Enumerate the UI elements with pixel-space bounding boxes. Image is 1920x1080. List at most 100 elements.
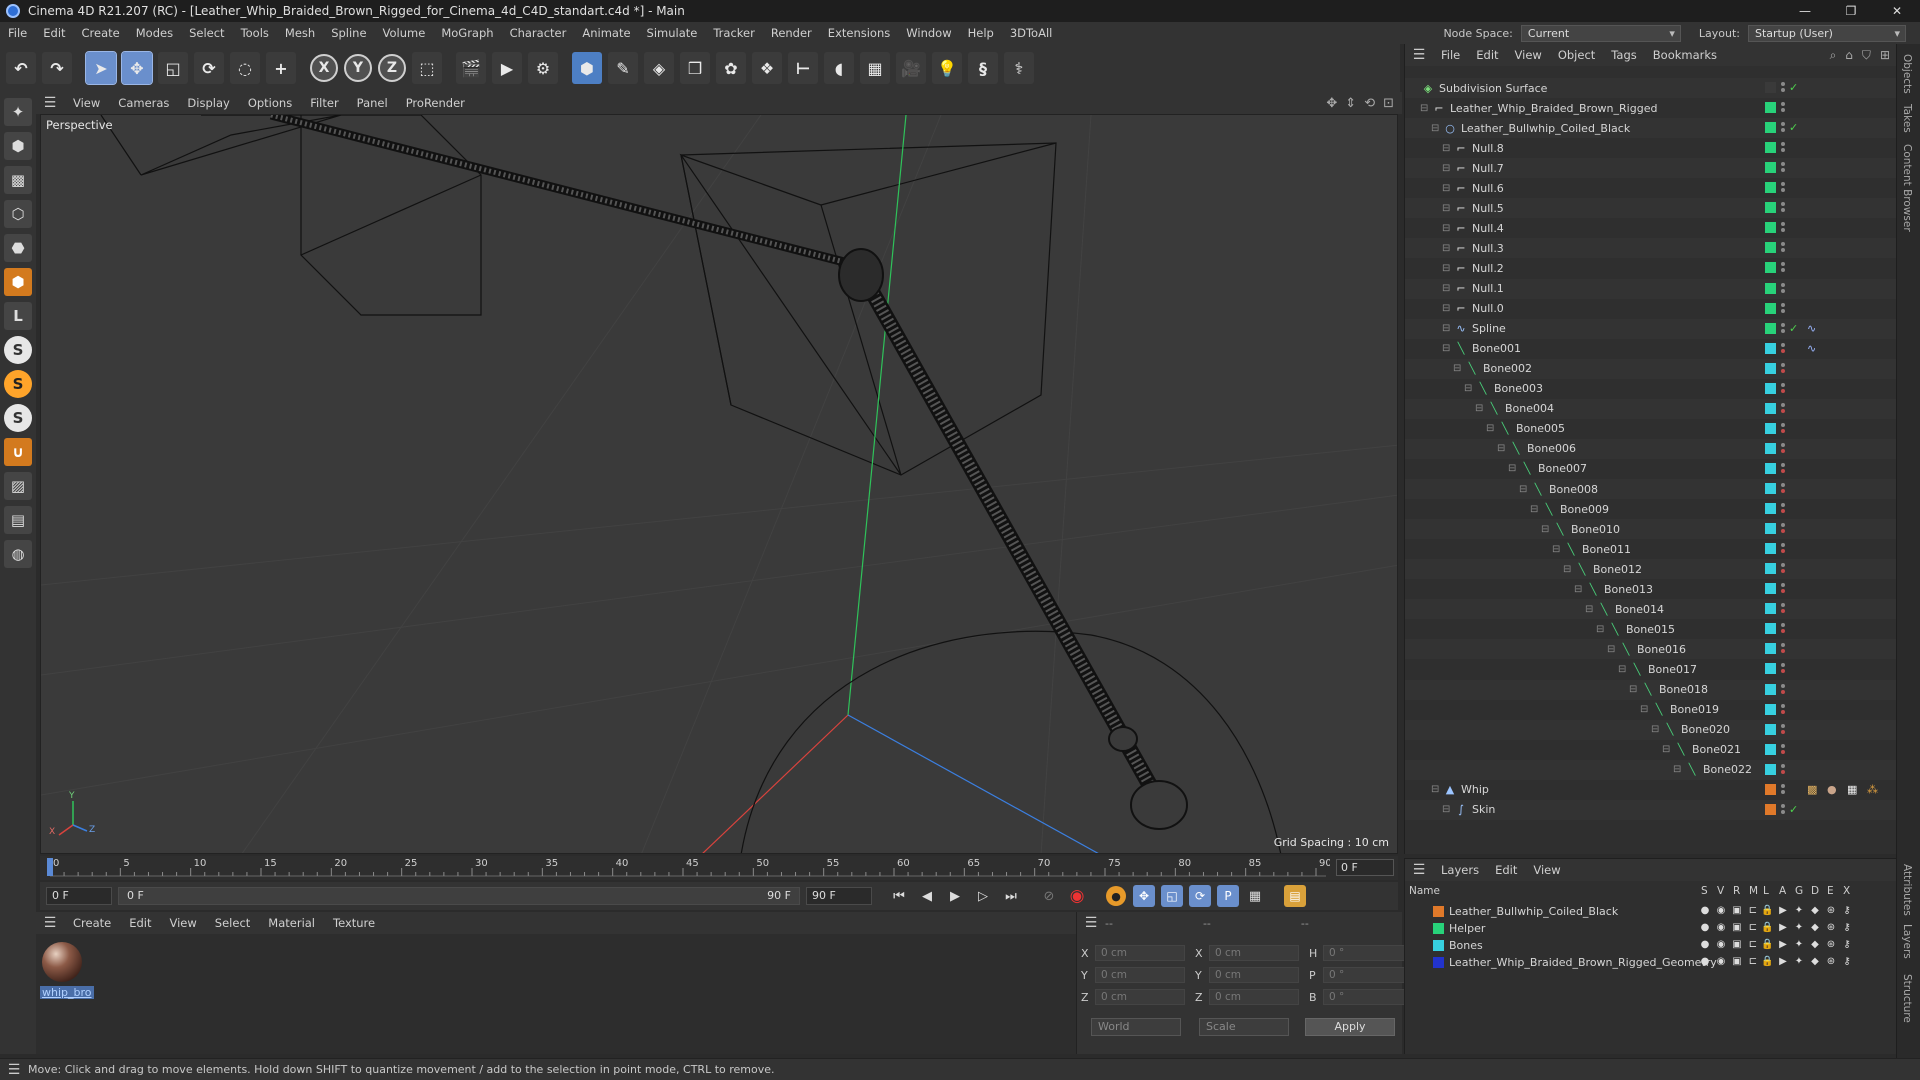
layer-color-swatch[interactable] [1765,543,1776,555]
object-row[interactable]: ⊟ ╲ Bone020 [1405,719,1897,740]
view-icon[interactable]: ◉ [1715,922,1727,934]
object-row[interactable]: ⊟ ⌐ Null.4 [1405,218,1897,238]
expression-icon[interactable]: ⊛ [1825,922,1837,934]
tree-expander-icon[interactable]: ⊟ [1618,664,1626,675]
object-row[interactable]: ⊟ ╲ Bone008 [1405,479,1897,499]
tree-expander-icon[interactable]: ⊟ [1530,504,1538,515]
visibility-dots-icon[interactable] [1781,803,1786,816]
layer-hamburger-icon[interactable]: ☰ [1405,862,1433,878]
material-menu-edit[interactable]: Edit [120,916,160,930]
layer-color-swatch[interactable] [1765,182,1776,194]
record-scale-icon[interactable]: ◱ [1161,885,1183,907]
visibility-dots-icon[interactable] [1781,382,1786,395]
tree-expander-icon[interactable]: ⊟ [1552,544,1560,555]
viewport-menu-display[interactable]: Display [178,96,238,110]
python-icon[interactable]: ⚕ [1004,52,1034,84]
solo-icon[interactable]: ● [1699,939,1711,951]
visibility-dots-icon[interactable] [1781,182,1786,194]
select-arrow-icon[interactable]: ➤ [85,51,117,85]
tree-expander-icon[interactable]: ⊟ [1442,223,1450,234]
autokeying-icon[interactable]: ◉ [1064,885,1090,907]
tree-expander-icon[interactable]: ⊟ [1607,644,1615,655]
tree-expander-icon[interactable]: ⊟ [1508,463,1516,474]
layer-color-swatch[interactable] [1765,683,1776,695]
status-hamburger-icon[interactable]: ☰ [0,1062,28,1078]
layer-color-swatch[interactable] [1765,322,1776,334]
object-menu-tags[interactable]: Tags [1603,48,1644,62]
edges-mode-icon[interactable]: ⬣ [4,234,32,262]
side-tab-takes[interactable]: Takes [1901,104,1913,133]
visibility-dots-icon[interactable] [1781,442,1786,455]
apply-button[interactable]: Apply [1305,1018,1395,1036]
side-tab-attributes[interactable]: Attributes [1901,864,1913,916]
layer-row[interactable]: Bones ● ◉ ▣ ⊏ 🔒 ▶ ✦ ◆ ⊛ ⚷ [1405,937,1897,954]
coordinate-field[interactable]: 0 cm [1095,945,1185,961]
tree-expander-icon[interactable]: ⊟ [1662,744,1670,755]
go-to-end-icon[interactable]: ⏭ [998,885,1024,907]
symmetry-icon[interactable]: S [4,404,32,432]
visibility-dots-icon[interactable] [1781,222,1786,234]
object-row[interactable]: ⊟ ╲ Bone016 [1405,639,1897,660]
layer-color-swatch[interactable] [1765,262,1776,274]
tree-expander-icon[interactable]: ⊟ [1563,564,1571,575]
menu-extensions[interactable]: Extensions [820,22,898,44]
render-picture-viewer-icon[interactable]: ▶ [492,52,522,84]
coordinate-field[interactable]: 0 cm [1095,967,1185,983]
tree-expander-icon[interactable]: ⊟ [1475,403,1483,414]
object-row[interactable]: ⊟ ╲ Bone001 ∿ [1405,339,1897,359]
live-select-icon[interactable]: ◌ [230,52,260,84]
manager-icon[interactable]: ⊏ [1747,922,1759,934]
layer-color-swatch[interactable] [1433,940,1444,951]
layer-color-swatch[interactable] [1765,703,1776,715]
tree-expander-icon[interactable]: ⊟ [1442,203,1450,214]
xref-icon[interactable]: ⚷ [1841,939,1853,951]
render-icon[interactable]: ▣ [1731,956,1743,968]
previous-frame-icon[interactable]: ◀ [914,885,940,907]
visibility-dots-icon[interactable] [1781,302,1786,315]
layer-color-swatch[interactable] [1765,82,1776,93]
layer-row[interactable]: Helper ● ◉ ▣ ⊏ 🔒 ▶ ✦ ◆ ⊛ ⚷ [1405,920,1897,937]
enabled-check-icon[interactable]: ✓ [1789,121,1798,134]
record-pla-icon[interactable]: ▦ [1242,885,1268,907]
coordinate-field[interactable]: 0 cm [1209,967,1299,983]
locked-workplane-icon[interactable]: ▤ [4,506,32,534]
xref-icon[interactable]: ⚷ [1841,922,1853,934]
menu-simulate[interactable]: Simulate [639,22,706,44]
layer-color-swatch[interactable] [1765,122,1776,134]
tree-expander-icon[interactable]: ⊟ [1574,584,1582,595]
object-row[interactable]: ⊟ ⌐ Null.3 [1405,238,1897,259]
deformer-icon[interactable]: ◆ [1809,922,1821,934]
extrude-generator-icon[interactable]: ❒ [680,52,710,84]
menu-file[interactable]: File [0,22,35,44]
max-time-field[interactable]: 90 F [806,887,872,905]
move-icon[interactable]: ✥ [121,51,153,85]
material-menu-create[interactable]: Create [64,916,120,930]
layer-color-swatch[interactable] [1765,302,1776,314]
object-row[interactable]: ⊟ ╲ Bone012 [1405,559,1897,580]
visibility-dots-icon[interactable] [1781,142,1786,154]
snap-icon[interactable]: S [4,336,32,364]
visibility-dots-icon[interactable] [1781,583,1786,595]
menu-window[interactable]: Window [898,22,959,44]
visibility-dots-icon[interactable] [1781,362,1786,375]
menu-tracker[interactable]: Tracker [705,22,763,44]
close-icon[interactable]: ✕ [1874,0,1920,22]
object-row[interactable]: ⊟ ╲ Bone003 [1405,379,1897,399]
object-row[interactable]: ⊟ ╲ Bone017 [1405,659,1897,679]
layer-color-swatch[interactable] [1765,342,1776,354]
record-position-icon[interactable]: ✥ [1133,885,1155,907]
enabled-check-icon[interactable]: ✓ [1789,81,1798,94]
side-tab-layers[interactable]: Layers [1901,924,1913,959]
tree-expander-icon[interactable]: ⊟ [1442,303,1450,314]
checker-tag-icon[interactable]: ▦ [1847,783,1861,797]
object-menu-file[interactable]: File [1433,48,1468,62]
tree-expander-icon[interactable]: ⊟ [1442,323,1450,334]
z-axis-icon[interactable]: Z [378,54,406,82]
manager-icon[interactable]: ⊏ [1747,939,1759,951]
visibility-dots-icon[interactable] [1781,102,1786,114]
visibility-dots-icon[interactable] [1781,763,1786,776]
tree-expander-icon[interactable]: ⊟ [1431,784,1439,795]
object-row[interactable]: ⊟ ⌐ Null.8 [1405,138,1897,158]
rotate-view-icon[interactable]: ⟲ [1364,96,1375,111]
object-row[interactable]: ⊟ ⌐ Null.7 [1405,158,1897,179]
